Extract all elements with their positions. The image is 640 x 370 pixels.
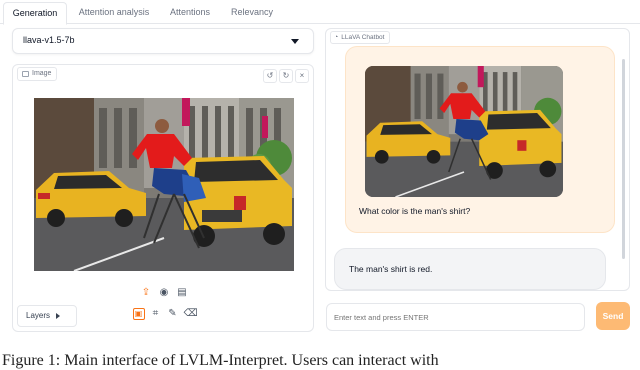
crop-icon[interactable]: ⌗ [150, 308, 162, 320]
user-message: What color is the man's shirt? [345, 46, 615, 233]
redo-icon[interactable]: ↻ [279, 69, 293, 83]
eraser-icon[interactable]: ⌫ [184, 308, 198, 320]
webcam-icon[interactable]: ◉ [158, 287, 170, 299]
taxi-scene-illustration [34, 98, 294, 271]
chat-bubble-icon: ◔ [334, 34, 339, 41]
image-edit-row: ▣ ⌗ ✎ ⌫ [13, 308, 315, 320]
chatbot-label-text: LLaVA Chatbot [341, 34, 385, 41]
chat-scrollbar[interactable] [622, 59, 625, 259]
upload-icon[interactable]: ⇪ [140, 287, 152, 299]
chatbot-label: ◔ LLaVA Chatbot [330, 31, 391, 44]
close-icon[interactable]: × [295, 69, 309, 83]
model-dropdown[interactable]: llava-v1.5-7b [12, 28, 314, 54]
tab-bar: Generation Attention analysis Attentions… [0, 0, 640, 25]
bot-message: The man's shirt is red. [334, 248, 606, 290]
image-icon[interactable]: ▣ [132, 308, 145, 320]
user-message-text: What color is the man's shirt? [359, 206, 471, 216]
bot-message-text: The man's shirt is red. [349, 264, 433, 274]
brush-icon[interactable]: ✎ [167, 308, 179, 320]
image-toolbar: ↺ ↻ × [263, 69, 309, 83]
clipboard-icon[interactable]: ▤ [176, 287, 188, 299]
tab-relevancy[interactable]: Relevancy [224, 2, 280, 24]
tab-attentions[interactable]: Attentions [160, 2, 220, 24]
tab-attention-analysis[interactable]: Attention analysis [70, 2, 158, 24]
send-button[interactable]: Send [596, 302, 630, 330]
image-panel: Image ↺ ↻ × ⇪ ◉ ▤ Layers ▣ ⌗ ✎ ⌫ [12, 64, 314, 332]
uploaded-image[interactable] [34, 98, 294, 271]
tab-generation[interactable]: Generation [3, 2, 67, 25]
image-panel-label-text: Image [32, 70, 52, 77]
image-panel-label: Image [17, 67, 58, 81]
model-dropdown-value: llava-v1.5-7b [23, 35, 75, 45]
undo-icon[interactable]: ↺ [263, 69, 277, 83]
chat-text-input[interactable] [326, 303, 585, 331]
chevron-down-icon [291, 39, 299, 44]
upload-source-row: ⇪ ◉ ▤ [13, 287, 315, 299]
message-image [365, 66, 563, 197]
figure-caption: Figure 1: Main interface of LVLM-Interpr… [2, 352, 439, 369]
taxi-scene-thumbnail [365, 66, 563, 197]
image-icon [22, 71, 29, 77]
chatbot-panel: ◔ LLaVA Chatbot What color is the man's … [325, 28, 630, 291]
